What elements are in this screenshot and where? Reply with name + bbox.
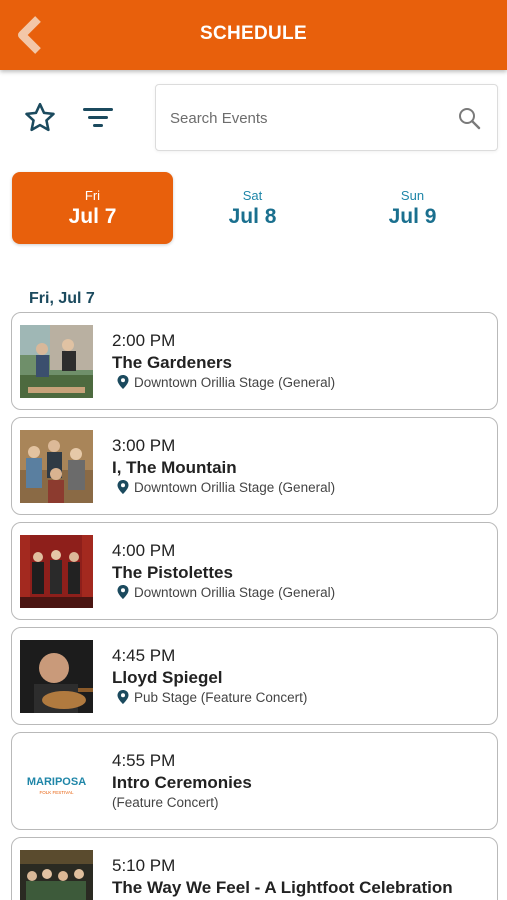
- svg-text:FOLK FESTIVAL: FOLK FESTIVAL: [40, 790, 74, 795]
- search-box: [155, 84, 498, 151]
- toolbar: [0, 84, 507, 152]
- tab-day-of-week: Sun: [400, 188, 425, 203]
- tab-date: Jul 7: [68, 205, 117, 228]
- tab-day-of-week: Sat: [242, 188, 263, 203]
- location-pin-icon: [117, 690, 129, 704]
- tab-date: Jul 9: [388, 205, 437, 228]
- day-tabs: Fri Jul 7 Sat Jul 8 Sun Jul 9: [12, 172, 495, 244]
- page-title: SCHEDULE: [200, 23, 307, 44]
- event-card[interactable]: 4:00 PM The Pistolettes Downtown Orillia…: [11, 522, 498, 620]
- event-thumbnail: [20, 640, 93, 713]
- svg-text:MARIPOSA: MARIPOSA: [27, 776, 86, 788]
- event-venue: Downtown Orillia Stage (General): [112, 375, 335, 390]
- event-card[interactable]: 3:00 PM I, The Mountain Downtown Orillia…: [11, 417, 498, 515]
- event-venue-label: Downtown Orillia Stage (General): [134, 375, 336, 390]
- event-name: I, The Mountain: [112, 458, 237, 477]
- app-header: SCHEDULE: [0, 0, 507, 70]
- location-pin-icon: [117, 585, 129, 599]
- location-pin-icon: [117, 375, 129, 389]
- event-time: 2:00 PM: [112, 331, 176, 350]
- search-input[interactable]: [170, 103, 440, 133]
- event-venue: Downtown Orillia Stage (General): [112, 480, 335, 495]
- event-name: The Way We Feel - A Lightfoot Celebratio…: [112, 878, 453, 897]
- event-venue-label: Downtown Orillia Stage (General): [134, 585, 336, 600]
- event-card[interactable]: 2:00 PM The Gardeners Downtown Orillia S…: [11, 312, 498, 410]
- event-venue-label: (Feature Concert): [112, 795, 219, 810]
- event-time: 3:00 PM: [112, 436, 176, 455]
- event-thumbnail: [20, 325, 93, 398]
- event-name: The Pistolettes: [112, 563, 233, 582]
- favorites-button[interactable]: [22, 100, 58, 136]
- tab-day-of-week: Fri: [84, 188, 101, 203]
- event-venue: Pub Stage (Feature Concert): [112, 690, 307, 705]
- event-time: 4:55 PM: [112, 751, 176, 770]
- filter-icon: [83, 108, 113, 127]
- tab-sun[interactable]: Sun Jul 9: [332, 172, 493, 244]
- event-venue: Downtown Orillia Stage (General): [112, 585, 335, 600]
- event-venue: (Feature Concert): [112, 795, 219, 810]
- event-card[interactable]: 4:45 PM Lloyd Spiegel Pub Stage (Feature…: [11, 627, 498, 725]
- event-logo: MARIPOSA FOLK FESTIVAL: [20, 745, 93, 818]
- event-name: The Gardeners: [112, 353, 232, 372]
- tab-date: Jul 8: [228, 205, 277, 228]
- section-heading: Fri, Jul 7: [29, 290, 95, 307]
- event-thumbnail: [20, 430, 93, 503]
- event-name: Intro Ceremonies: [112, 773, 252, 792]
- event-card[interactable]: MARIPOSA FOLK FESTIVAL 4:55 PM Intro Cer…: [11, 732, 498, 830]
- tab-sat[interactable]: Sat Jul 8: [172, 172, 333, 244]
- filter-button[interactable]: [80, 102, 116, 134]
- event-thumbnail: [20, 535, 93, 608]
- event-name: Lloyd Spiegel: [112, 668, 223, 687]
- event-card[interactable]: 5:10 PM The Way We Feel - A Lightfoot Ce…: [11, 837, 498, 900]
- search-icon[interactable]: [457, 106, 481, 130]
- event-venue-label: Downtown Orillia Stage (General): [134, 480, 336, 495]
- event-time: 4:00 PM: [112, 541, 176, 560]
- event-thumbnail: [20, 850, 93, 900]
- star-outline-icon: [25, 102, 55, 132]
- location-pin-icon: [117, 480, 129, 494]
- event-time: 4:45 PM: [112, 646, 176, 665]
- event-venue-label: Pub Stage (Feature Concert): [134, 690, 308, 705]
- event-time: 5:10 PM: [112, 856, 176, 875]
- tab-fri[interactable]: Fri Jul 7: [12, 172, 173, 244]
